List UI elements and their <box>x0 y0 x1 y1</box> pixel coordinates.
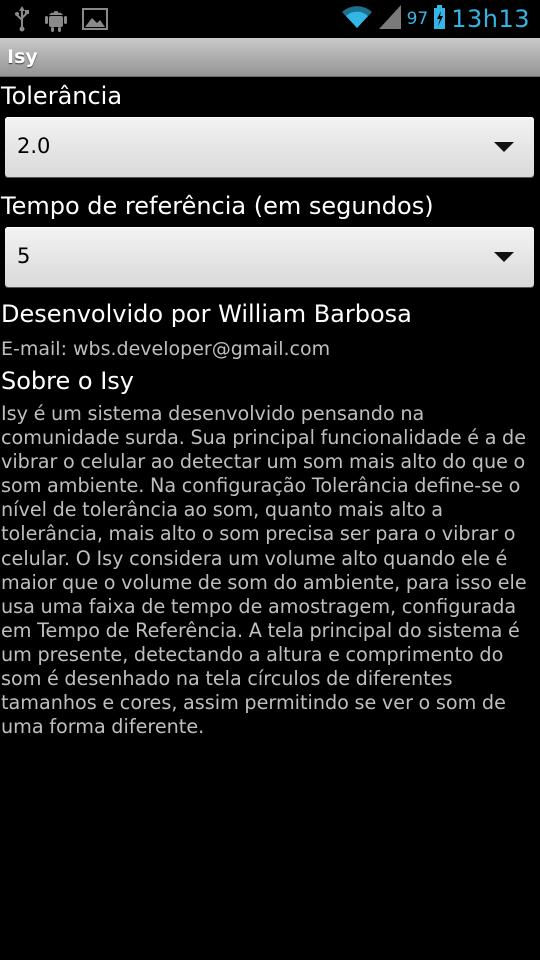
battery-percent: 97 <box>406 9 429 29</box>
tolerance-value: 2.0 <box>17 134 51 158</box>
reference-time-label: Tempo de referência (em segundos) <box>1 192 434 220</box>
dropdown-arrow-icon <box>494 252 514 262</box>
signal-icon <box>378 5 401 33</box>
app-title-bar: Isy <box>0 38 540 77</box>
status-bar: 97 13h13 <box>0 0 540 38</box>
dropdown-arrow-icon <box>494 142 514 152</box>
clock: 13h13 <box>451 5 530 33</box>
about-description: Isy é um sistema desenvolvido pensando n… <box>1 402 527 739</box>
battery-icon <box>434 5 446 33</box>
reference-time-value: 5 <box>17 244 31 268</box>
wifi-icon <box>341 4 373 34</box>
tolerance-spinner[interactable]: 2.0 <box>5 117 534 177</box>
app-title: Isy <box>7 46 38 68</box>
developer-credit: Desenvolvido por William Barbosa <box>1 300 412 328</box>
system-indicators: 97 13h13 <box>341 4 530 34</box>
usb-icon <box>14 6 30 36</box>
developer-email: E-mail: wbs.developer@gmail.com <box>1 338 331 360</box>
reference-time-spinner[interactable]: 5 <box>5 227 534 287</box>
notification-icons <box>14 6 108 36</box>
picture-icon <box>82 8 108 34</box>
about-title: Sobre o Isy <box>1 367 134 395</box>
tolerance-label: Tolerância <box>1 82 123 110</box>
android-debug-icon <box>44 6 68 36</box>
